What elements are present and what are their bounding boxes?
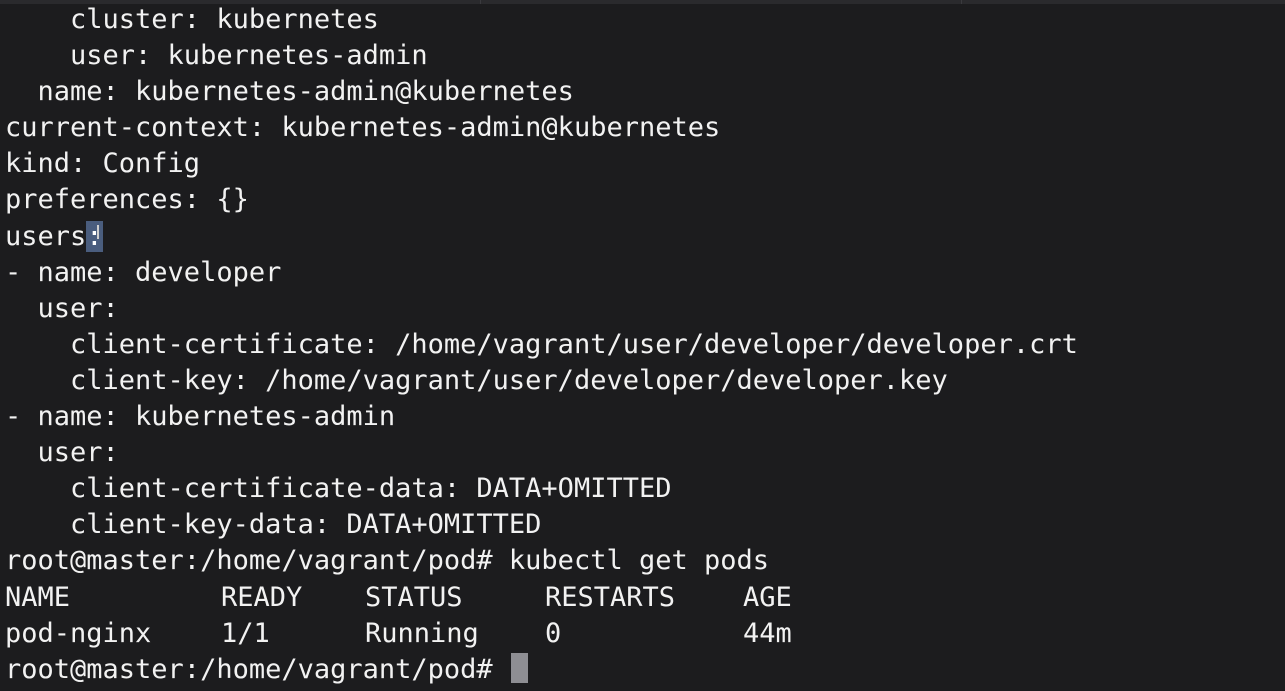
output-line: - name: kubernetes-admin <box>5 401 396 433</box>
output-line: user: <box>5 292 119 324</box>
users-key-text: users <box>5 220 87 252</box>
pod-status: Running <box>365 617 479 649</box>
output-line: preferences: {} <box>5 184 249 216</box>
table-header: READY <box>221 581 303 613</box>
pod-age: 44m <box>743 617 792 649</box>
output-line: cluster: kubernetes <box>5 4 379 35</box>
block-cursor-icon[interactable] <box>510 652 528 683</box>
output-line: user: <box>5 437 119 469</box>
text-selection[interactable]: : <box>86 220 103 252</box>
table-row: pod-nginx 1/1 Running 0 44m <box>5 616 1078 652</box>
output-line: client-key: /home/vagrant/user/developer… <box>5 364 948 396</box>
output-line: user: kubernetes-admin <box>5 40 428 72</box>
command-line: root@master:/home/vagrant/pod# kubectl g… <box>5 545 770 577</box>
pod-restarts: 0 <box>545 617 562 649</box>
pod-ready: 1/1 <box>221 617 270 649</box>
table-header-row: NAME READY STATUS RESTARTS AGE <box>5 580 1078 616</box>
output-line: client-key-data: DATA+OMITTED <box>5 509 542 541</box>
output-line: current-context: kubernetes-admin@kubern… <box>5 112 721 144</box>
table-header: AGE <box>743 581 792 613</box>
prompt-line[interactable]: root@master:/home/vagrant/pod# <box>5 652 1078 688</box>
output-line: users: <box>5 219 1078 255</box>
table-header: RESTARTS <box>545 581 676 613</box>
table-header: NAME <box>5 581 71 613</box>
output-line: kind: Config <box>5 148 201 180</box>
output-line: client-certificate-data: DATA+OMITTED <box>5 473 672 505</box>
output-line: client-certificate: /home/vagrant/user/d… <box>5 328 1078 360</box>
terminal-output[interactable]: cluster: kubernetes user: kubernetes-adm… <box>5 2 1078 688</box>
output-line: name: kubernetes-admin@kubernetes <box>5 76 574 108</box>
shell-prompt: root@master:/home/vagrant/pod# <box>5 653 509 685</box>
output-line: - name: developer <box>5 256 282 288</box>
pod-name: pod-nginx <box>5 617 152 649</box>
terminal-window[interactable]: cluster: kubernetes user: kubernetes-adm… <box>0 0 1285 691</box>
table-header: STATUS <box>365 581 463 613</box>
